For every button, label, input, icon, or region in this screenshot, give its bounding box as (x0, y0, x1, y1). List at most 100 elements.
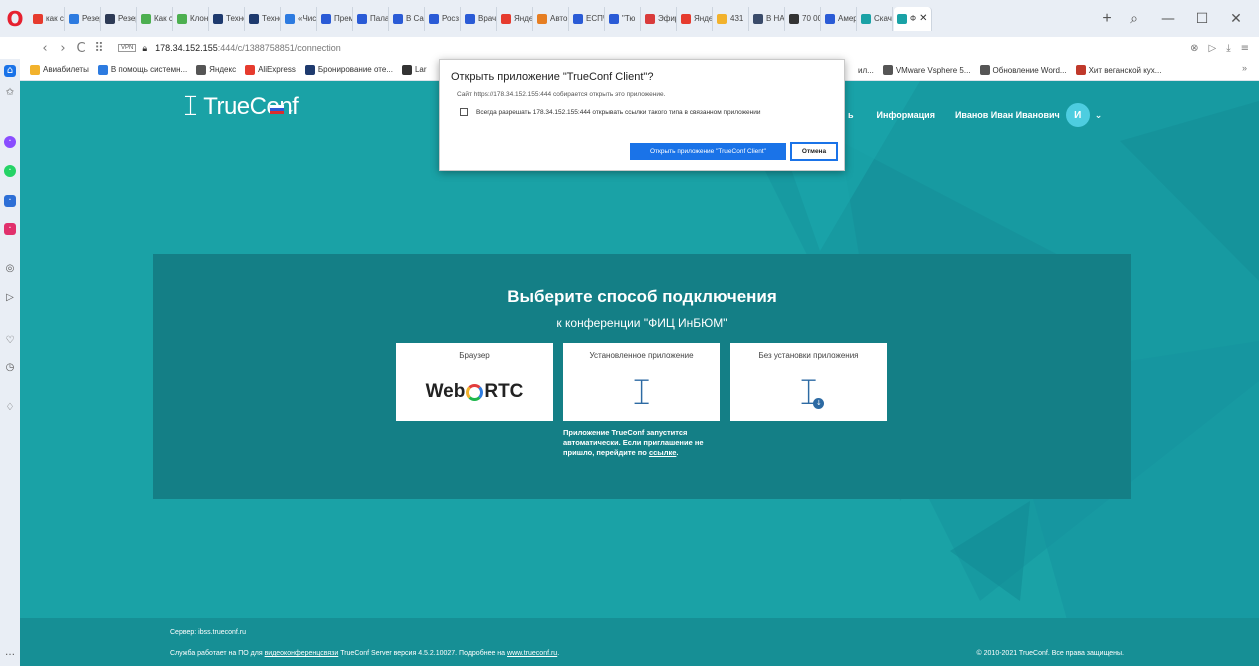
workspace-icon[interactable]: ⌂ (4, 65, 16, 77)
note-end: . (676, 448, 679, 457)
browser-tab[interactable]: Резер (102, 6, 137, 31)
snapshot-icon[interactable]: ⊗ (1190, 43, 1198, 54)
sidebar-more-icon[interactable]: … (4, 647, 16, 659)
browser-tab[interactable]: Техно (210, 6, 245, 31)
tab-favicon-icon (645, 13, 655, 24)
history-icon[interactable]: ◷ (4, 362, 16, 374)
bookmark-item[interactable]: ил... (845, 65, 874, 75)
bookmark-item[interactable]: Яндекс (196, 64, 236, 75)
always-allow-label[interactable]: Всегда разрешать 178.34.152.155:444 откр… (476, 109, 761, 116)
pinboard-icon[interactable]: ♢ (4, 402, 16, 414)
tab-label: Резер (118, 14, 136, 23)
browser-tab[interactable]: 70 00 (786, 6, 821, 31)
opera-logo-icon[interactable]: O (0, 4, 30, 34)
nav-info-link[interactable]: Информация (877, 110, 935, 120)
reload-button[interactable]: C (72, 41, 90, 56)
browser-tab[interactable]: Авто (534, 6, 569, 31)
browser-tab[interactable]: Эфир (642, 6, 677, 31)
my-flow-icon[interactable]: ▷ (4, 292, 16, 304)
tab-favicon-icon (357, 13, 367, 24)
browser-tab[interactable]: как с (30, 6, 65, 31)
download-icon[interactable]: ⤓ (1226, 43, 1230, 54)
bookmark-label: ил... (858, 65, 874, 75)
browser-option-card[interactable]: Браузер Web RTC (396, 343, 553, 421)
browser-tab[interactable]: Амер (822, 6, 857, 31)
always-allow-checkbox[interactable] (460, 108, 468, 116)
tab-label: В НА (766, 14, 785, 23)
bookmark-favicon-icon (882, 65, 893, 75)
new-tab-button[interactable]: + (1097, 10, 1117, 28)
vk-icon[interactable]: · (4, 195, 16, 207)
tab-search-icon[interactable]: ⌕ (1117, 11, 1151, 27)
user-menu-chevron-icon[interactable]: ⌄ (1095, 110, 1103, 121)
note-link[interactable]: ссылке (649, 448, 676, 457)
language-selector[interactable]: ⌄ (270, 104, 295, 115)
cancel-button[interactable]: Отмена (790, 142, 838, 161)
browser-tab[interactable]: "Тю (606, 6, 641, 31)
browser-tab[interactable]: Техно (246, 6, 281, 31)
browser-tab[interactable]: 431 (714, 6, 749, 31)
bookmark-item[interactable]: Lar (401, 64, 427, 75)
browser-tab[interactable]: Янде (678, 6, 713, 31)
always-allow-row[interactable]: Всегда разрешать 178.34.152.155:444 откр… (460, 108, 761, 116)
easy-setup-icon[interactable]: ≡ (1241, 43, 1249, 54)
close-window-button[interactable]: ✕ (1219, 11, 1253, 27)
send-icon[interactable]: ▷ (1208, 43, 1216, 54)
close-tab-icon[interactable]: ✕ (919, 13, 927, 24)
browser-tab[interactable]: Ф ✕ (894, 6, 932, 31)
note-text: Приложение TrueConf запустится автоматич… (563, 428, 704, 457)
browser-tab[interactable]: ЕСПЧ (570, 6, 605, 31)
bookmark-item[interactable]: Хит веганской кух... (1075, 65, 1161, 75)
maximize-button[interactable]: ☐ (1185, 11, 1219, 27)
browser-tab[interactable]: Резер (66, 6, 101, 31)
footer-link-vcs[interactable]: видеоконференцсвязи (265, 650, 339, 657)
tab-favicon-icon (753, 13, 763, 24)
user-name[interactable]: Иванов Иван Иванович (955, 110, 1060, 120)
browser-tab[interactable]: Клон (174, 6, 209, 31)
whatsapp-icon[interactable]: · (4, 165, 16, 177)
minimize-button[interactable]: — (1151, 11, 1185, 27)
bookmark-item[interactable]: Бронирование оте... (304, 64, 393, 75)
bookmarks-heart-icon[interactable]: ♡ (4, 335, 16, 347)
forward-button[interactable]: › (54, 41, 72, 56)
bookmarks-overflow-icon[interactable]: » (1242, 63, 1247, 73)
browser-tab[interactable]: Росз (426, 6, 461, 31)
bookmark-item[interactable]: Авиабилеты (30, 64, 89, 75)
browser-tab[interactable]: Яндек (498, 6, 533, 31)
bookmark-item[interactable]: AliExpress (245, 64, 296, 75)
tab-label: 431 (730, 14, 744, 23)
no-install-option-card[interactable]: Без установки приложения ꀤ ↓ (730, 343, 887, 421)
lock-icon[interactable]: 🔒︎ (142, 43, 147, 54)
nav-help-link[interactable]: ь (848, 110, 854, 120)
browser-tab[interactable]: В НА (750, 6, 785, 31)
browser-tab[interactable]: Как с (138, 6, 173, 31)
player-icon[interactable]: ◎ (4, 263, 16, 275)
installed-app-option-card[interactable]: Установленное приложение ꀤ (563, 343, 720, 421)
browser-tab[interactable]: «Чист (282, 6, 317, 31)
browser-tab[interactable]: Палат (354, 6, 389, 31)
url-field[interactable]: 178.34.152.155:444/c/1388758851/connecti… (155, 43, 341, 53)
vpn-badge[interactable]: VPN (118, 44, 137, 52)
bookmark-item[interactable]: Обновление Word... (979, 65, 1067, 75)
back-button[interactable]: ‹ (36, 41, 54, 56)
card-art: ꀤ ↓ (730, 369, 887, 415)
browser-tab[interactable]: Врач (462, 6, 497, 31)
footer-link-site[interactable]: www.trueconf.ru (507, 650, 557, 657)
bookmark-item[interactable]: В помощь системн... (97, 64, 187, 75)
browser-tab[interactable]: В Сар (390, 6, 425, 31)
bookmark-item[interactable]: VMware Vsphere 5... (882, 65, 971, 75)
instagram-icon[interactable]: · (4, 223, 16, 235)
tab-favicon-icon (681, 13, 691, 24)
browser-tab[interactable]: Прем (318, 6, 353, 31)
tab-favicon-icon (861, 13, 871, 24)
speed-dial-icon[interactable]: ⠿ (90, 41, 108, 56)
open-app-button[interactable]: Открыть приложение "TrueConf Client" (630, 143, 786, 160)
browser-tab[interactable]: Скач (858, 6, 893, 31)
bookmark-favicon-icon (304, 64, 315, 75)
url-host: 178.34.152.155 (155, 43, 218, 53)
avatar[interactable]: И (1065, 103, 1090, 127)
bookmark-label: Обновление Word... (992, 65, 1067, 75)
trueconf-download-icon: ꀤ ↓ (798, 374, 825, 411)
heart-outline-icon[interactable]: ✩ (4, 87, 16, 99)
messenger-icon[interactable]: · (4, 136, 16, 148)
